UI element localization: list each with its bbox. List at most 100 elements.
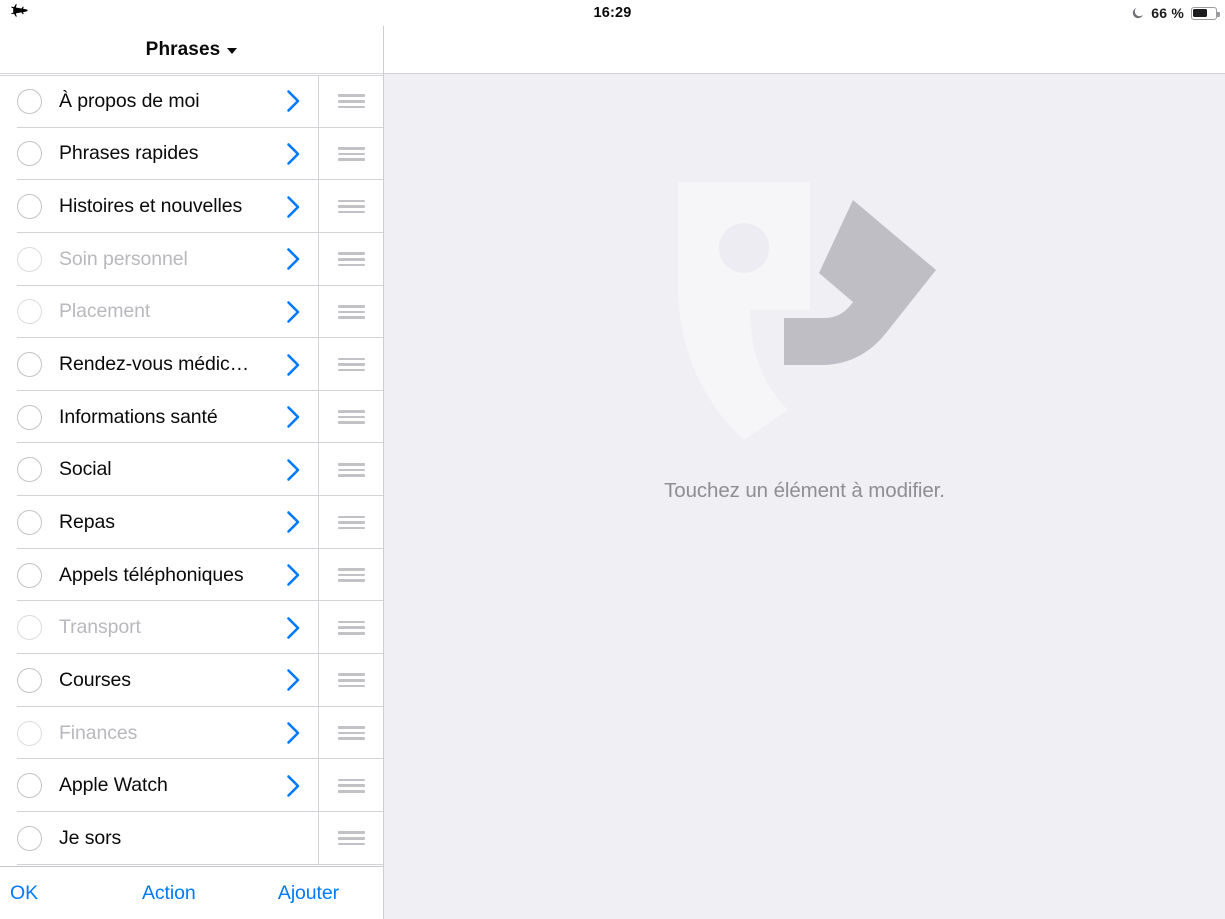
action-button[interactable]: Action (142, 882, 196, 905)
reorder-handle[interactable] (318, 232, 383, 286)
table-row[interactable]: Social (0, 443, 383, 497)
select-circle-checkbox[interactable] (17, 720, 42, 746)
phrase-row-content[interactable]: Phrases rapides (0, 128, 318, 181)
select-circle-checkbox[interactable] (17, 299, 42, 325)
chevron-right-icon[interactable] (285, 246, 302, 272)
select-circle-checkbox[interactable] (17, 194, 42, 220)
reorder-grip-icon (337, 620, 365, 635)
phrase-row-content[interactable]: Transport (0, 601, 318, 654)
phrase-row-content[interactable]: Repas (0, 496, 318, 549)
reorder-grip-icon (337, 410, 365, 425)
phrase-row-content[interactable]: Social (0, 443, 318, 496)
table-row[interactable]: Finances (0, 706, 383, 760)
navigation-bar: Phrases (0, 26, 383, 74)
phrase-row-content[interactable]: Apple Watch (0, 759, 318, 812)
empty-state-message: Touchez un élément à modifier. (664, 479, 945, 502)
select-circle-checkbox[interactable] (17, 352, 42, 378)
select-circle-checkbox[interactable] (17, 88, 42, 114)
table-row[interactable]: Informations santé (0, 390, 383, 444)
select-circle-checkbox[interactable] (17, 667, 42, 693)
select-circle-checkbox[interactable] (17, 615, 42, 641)
reorder-handle[interactable] (318, 127, 383, 181)
phrase-row-content[interactable]: Placement (0, 286, 318, 339)
chevron-right-icon[interactable] (285, 299, 302, 325)
reorder-grip-icon (337, 94, 365, 109)
table-row[interactable]: Apple Watch (0, 759, 383, 812)
table-row[interactable]: À propos de moi (0, 75, 383, 128)
phrase-row-label: Repas (59, 510, 115, 533)
select-circle-checkbox[interactable] (17, 509, 42, 535)
chevron-right-icon[interactable] (285, 141, 302, 167)
phrase-row-label: Informations santé (59, 405, 218, 428)
table-row[interactable]: Rendez-vous médic… (0, 338, 383, 391)
reorder-handle[interactable] (318, 443, 383, 497)
phrase-row-content[interactable]: Appels téléphoniques (0, 549, 318, 602)
select-circle-checkbox[interactable] (17, 562, 42, 588)
phrase-row-label: Phrases rapides (59, 142, 199, 165)
chevron-right-icon[interactable] (285, 509, 302, 535)
phrase-row-label: Je sors (59, 826, 122, 849)
table-row[interactable]: Repas (0, 496, 383, 549)
select-circle-checkbox[interactable] (17, 141, 42, 167)
reorder-handle[interactable] (318, 601, 383, 655)
chevron-right-icon[interactable] (285, 457, 302, 483)
table-row[interactable]: Courses (0, 654, 383, 707)
status-bar-right: 66 % (1131, 0, 1220, 26)
chevron-right-icon[interactable] (285, 352, 302, 378)
moon-do-not-disturb-icon (1133, 7, 1144, 19)
reorder-handle[interactable] (318, 338, 383, 391)
chevron-right-icon[interactable] (285, 194, 302, 220)
reorder-handle[interactable] (318, 548, 383, 602)
chevron-right-icon[interactable] (285, 667, 302, 693)
select-circle-checkbox[interactable] (17, 404, 42, 430)
phrase-row-label: Finances (59, 721, 138, 744)
phrase-row-content[interactable]: À propos de moi (0, 75, 318, 128)
phrase-row-content[interactable]: Je sors (0, 812, 318, 865)
reorder-handle[interactable] (318, 811, 383, 865)
reorder-handle[interactable] (318, 706, 383, 760)
reorder-handle[interactable] (318, 496, 383, 549)
phrase-row-label: Placement (59, 300, 151, 323)
detail-navigation-bar (384, 26, 1225, 74)
table-row[interactable]: Je sors (0, 811, 383, 865)
reorder-grip-icon (337, 778, 365, 793)
reorder-handle[interactable] (318, 654, 383, 707)
phrases-category-dropdown-button[interactable]: Phrases (146, 39, 238, 61)
table-row[interactable]: Histoires et nouvelles (0, 180, 383, 233)
reorder-handle[interactable] (318, 759, 383, 812)
reorder-grip-icon (337, 515, 365, 530)
phrase-row-content[interactable]: Courses (0, 654, 318, 707)
chevron-right-icon[interactable] (285, 720, 302, 746)
phrase-list[interactable]: À propos de moi Phrases rapides Histoires … (0, 75, 383, 866)
add-button[interactable]: Ajouter (278, 882, 339, 905)
chevron-right-icon[interactable] (285, 404, 302, 430)
phrase-row-label: À propos de moi (59, 89, 200, 112)
reorder-handle[interactable] (318, 285, 383, 339)
reorder-handle[interactable] (318, 180, 383, 233)
phrase-row-content[interactable]: Histoires et nouvelles (0, 180, 318, 233)
select-circle-checkbox[interactable] (17, 246, 42, 272)
ok-button[interactable]: OK (10, 882, 38, 905)
chevron-right-icon[interactable] (285, 773, 302, 799)
table-row[interactable]: Transport (0, 601, 383, 655)
phrase-row-content[interactable]: Soin personnel (0, 233, 318, 286)
select-circle-checkbox[interactable] (17, 825, 42, 851)
select-circle-checkbox[interactable] (17, 457, 42, 483)
reorder-grip-icon (337, 568, 365, 582)
phrase-row-content[interactable]: Finances (0, 707, 318, 760)
chevron-right-icon[interactable] (285, 88, 302, 114)
chevron-right-icon[interactable] (285, 615, 302, 641)
reorder-handle[interactable] (318, 75, 383, 128)
table-row[interactable]: Placement (0, 285, 383, 339)
detail-pane: Touchez un élément à modifier. (384, 26, 1225, 919)
chevron-down-icon (227, 48, 238, 54)
chevron-right-icon[interactable] (285, 562, 302, 588)
phrase-row-content[interactable]: Informations santé (0, 391, 318, 444)
table-row[interactable]: Soin personnel (0, 232, 383, 286)
phrase-row-content[interactable]: Rendez-vous médic… (0, 338, 318, 391)
select-circle-checkbox[interactable] (17, 773, 42, 799)
table-row[interactable]: Phrases rapides (0, 127, 383, 181)
reorder-handle[interactable] (318, 390, 383, 444)
table-row[interactable]: Appels téléphoniques (0, 548, 383, 602)
reorder-grip-icon (337, 357, 365, 372)
